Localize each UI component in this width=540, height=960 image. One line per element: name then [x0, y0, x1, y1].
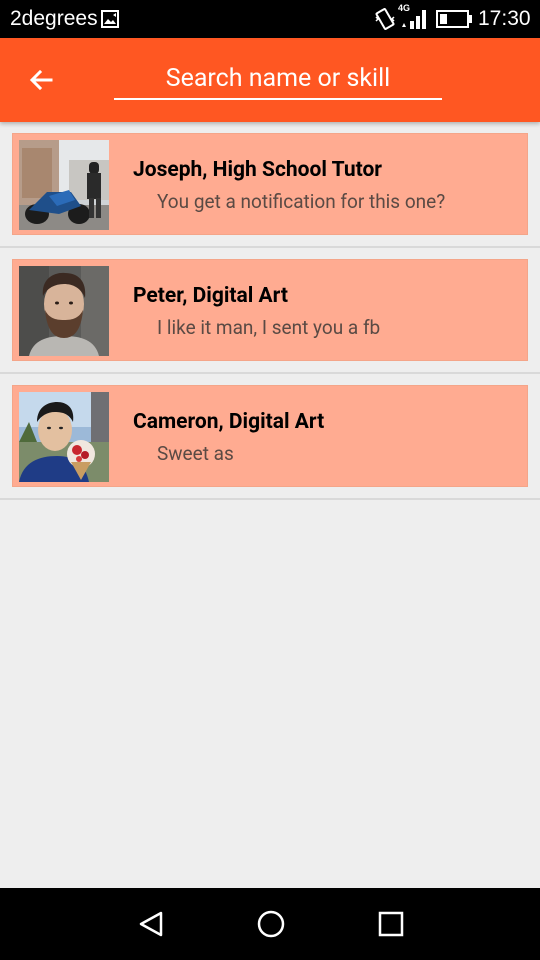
- battery-icon: [436, 10, 472, 28]
- carrier-name: 2degrees: [10, 7, 98, 30]
- circle-home-icon: [257, 910, 285, 938]
- triangle-back-icon: [139, 911, 163, 937]
- vibrate-icon: [375, 8, 395, 30]
- last-message: You get a notification for this one?: [157, 190, 446, 213]
- contact-name: Peter, Digital Art: [133, 284, 288, 308]
- avatar: [19, 140, 109, 230]
- square-recents-icon: [378, 911, 404, 937]
- contact-name: Joseph, High School Tutor: [133, 158, 382, 182]
- navigation-bar: [0, 888, 540, 960]
- last-message: I like it man, I sent you a fb: [157, 316, 381, 339]
- avatar: [19, 392, 109, 482]
- app-bar: [0, 38, 540, 122]
- avatar: [19, 266, 109, 356]
- nav-recents-button[interactable]: [369, 902, 413, 946]
- arrow-back-icon: [29, 69, 53, 91]
- back-button[interactable]: [18, 58, 64, 102]
- gallery-notification-icon: [101, 10, 119, 28]
- contact-card[interactable]: Cameron, Digital Art Sweet as: [12, 385, 528, 487]
- contact-card[interactable]: Joseph, High School Tutor You get a noti…: [12, 133, 528, 235]
- nav-home-button[interactable]: [249, 902, 293, 946]
- clock: 17:30: [478, 7, 531, 30]
- nav-back-button[interactable]: [129, 902, 173, 946]
- last-message: Sweet as: [157, 442, 234, 465]
- signal-strength-icon: [402, 10, 426, 29]
- contact-card[interactable]: Peter, Digital Art I like it man, I sent…: [12, 259, 528, 361]
- contact-name: Cameron, Digital Art: [133, 410, 325, 434]
- search-input[interactable]: [114, 58, 442, 100]
- list-item: Peter, Digital Art I like it man, I sent…: [0, 248, 540, 374]
- list-item: Joseph, High School Tutor You get a noti…: [0, 122, 540, 248]
- status-bar: 2degrees 4G 17:30: [0, 0, 540, 38]
- list-item: Cameron, Digital Art Sweet as: [0, 374, 540, 500]
- contact-list: Joseph, High School Tutor You get a noti…: [0, 122, 540, 500]
